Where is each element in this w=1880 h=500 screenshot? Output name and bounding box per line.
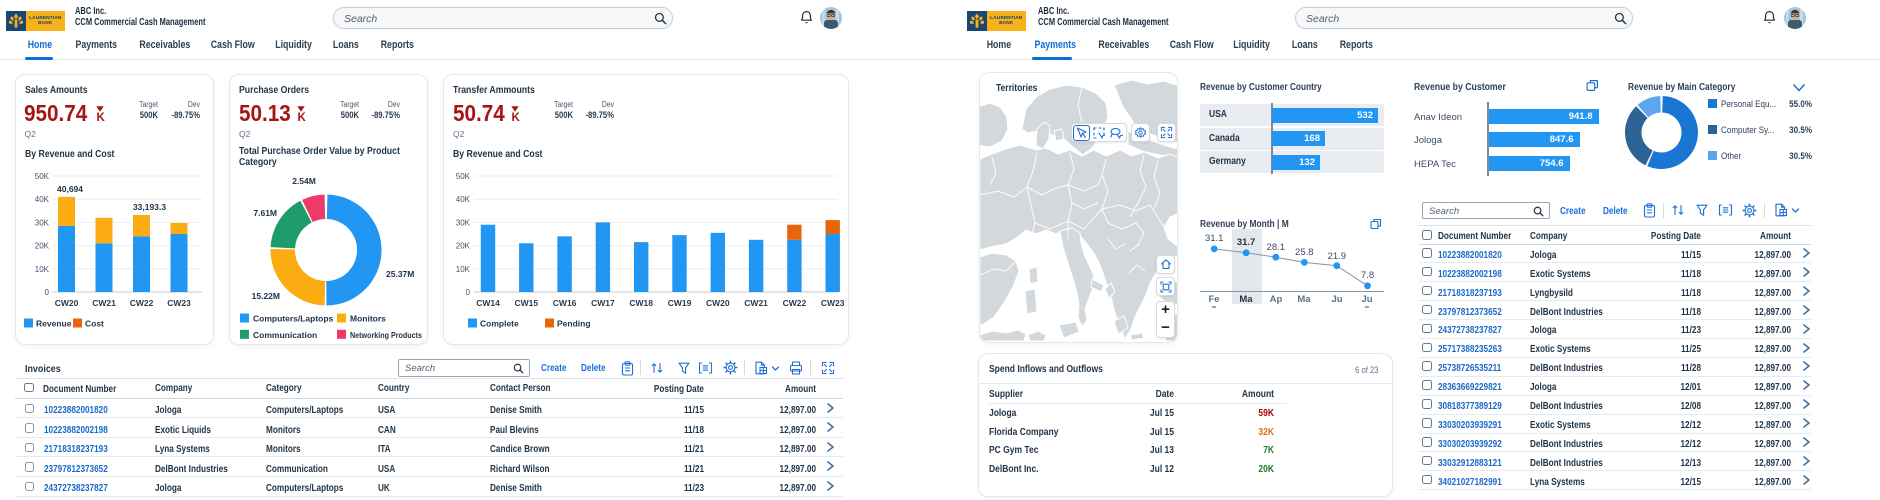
- svg-text:30K: 30K: [35, 218, 50, 227]
- svg-text:21.9: 21.9: [1328, 251, 1347, 262]
- svg-text:50K: 50K: [35, 172, 50, 181]
- svg-text:Cost: Cost: [85, 319, 104, 329]
- svg-text:CW23: CW23: [167, 298, 191, 308]
- svg-text:30K: 30K: [456, 218, 471, 227]
- svg-text:10K: 10K: [456, 265, 471, 274]
- svg-text:CW21: CW21: [92, 298, 116, 308]
- svg-text:0: 0: [45, 288, 50, 297]
- svg-text:31.7: 31.7: [1237, 237, 1256, 248]
- svg-text:10K: 10K: [35, 265, 50, 274]
- svg-text:50K: 50K: [456, 172, 471, 181]
- svg-text:CW22: CW22: [130, 298, 154, 308]
- svg-text:CW19: CW19: [668, 298, 692, 308]
- svg-text:7.8: 7.8: [1361, 270, 1374, 281]
- svg-text:28.1: 28.1: [1267, 242, 1286, 253]
- svg-text:15.22M: 15.22M: [252, 291, 280, 301]
- svg-text:CW22: CW22: [783, 298, 807, 308]
- svg-text:40K: 40K: [35, 195, 50, 204]
- svg-text:CW20: CW20: [55, 298, 79, 308]
- svg-text:20K: 20K: [456, 242, 471, 251]
- svg-text:CW14: CW14: [476, 298, 500, 308]
- svg-text:25.8: 25.8: [1295, 247, 1314, 258]
- svg-text:CW20: CW20: [706, 298, 730, 308]
- svg-text:CW23: CW23: [821, 298, 845, 308]
- svg-text:7.61M: 7.61M: [253, 208, 277, 218]
- svg-text:33,193.3: 33,193.3: [133, 202, 166, 212]
- svg-text:25.37M: 25.37M: [386, 269, 414, 279]
- svg-text:CW16: CW16: [553, 298, 577, 308]
- svg-text:Networking Products: Networking Products: [350, 330, 422, 340]
- svg-text:Complete: Complete: [480, 319, 519, 329]
- svg-text:40K: 40K: [456, 195, 471, 204]
- svg-text:CW21: CW21: [744, 298, 768, 308]
- svg-text:CW15: CW15: [514, 298, 538, 308]
- svg-text:CW18: CW18: [629, 298, 653, 308]
- svg-text:2.54M: 2.54M: [292, 176, 316, 186]
- svg-text:Computers/Laptops: Computers/Laptops: [253, 314, 334, 324]
- svg-text:Revenue: Revenue: [36, 319, 72, 329]
- svg-text:40,694: 40,694: [57, 184, 83, 194]
- svg-text:Monitors: Monitors: [350, 314, 386, 324]
- svg-text:Communication: Communication: [253, 330, 317, 340]
- svg-text:20K: 20K: [35, 242, 50, 251]
- svg-text:31.1: 31.1: [1205, 233, 1224, 244]
- svg-text:Pending: Pending: [557, 319, 591, 329]
- svg-text:CW17: CW17: [591, 298, 615, 308]
- svg-text:0: 0: [466, 288, 471, 297]
